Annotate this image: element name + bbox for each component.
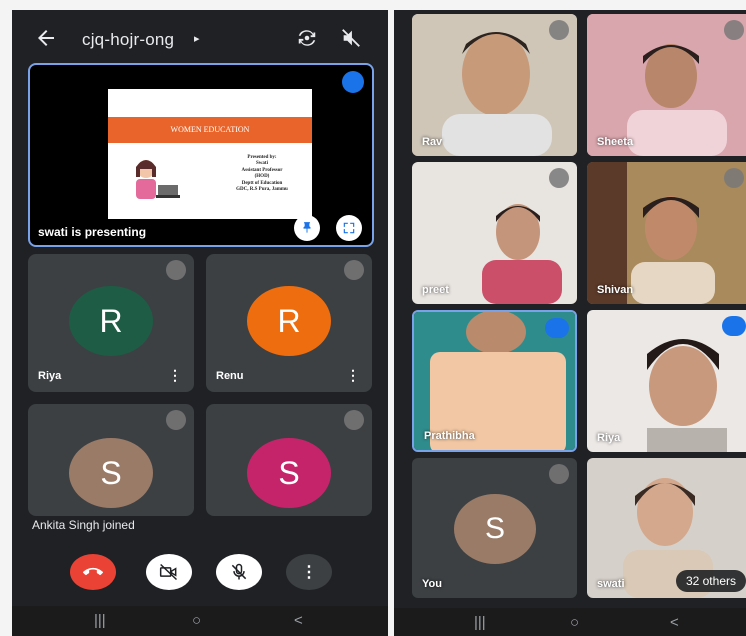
back-nav-icon[interactable]: < [670,614,679,631]
mic-off-icon [166,260,186,280]
mic-off-button[interactable] [216,554,262,590]
video-tile-sheeta[interactable]: Sheeta [587,14,746,156]
participant-tile-renu[interactable]: R Renu ⋮ [206,254,372,392]
more-options-icon[interactable]: ⋮ [346,367,360,384]
participant-name: Riya [597,432,621,444]
screenshot-root: cjq-hojr-ong ▸ WOMEN EDUCATION Presented… [0,0,746,636]
android-nav-bar: ||| ○ < [394,608,746,636]
mic-off-icon [231,563,247,580]
recents-nav-icon[interactable]: ||| [94,612,106,629]
participant-name: Sheeta [597,136,634,148]
avatar: S [454,494,536,564]
avatar: S [69,438,153,508]
join-notification: Ankita Singh joined [32,518,135,532]
mic-off-icon [549,168,569,188]
camera-off-button[interactable] [146,554,192,590]
participant-name: You [422,578,442,590]
left-phone-screen: cjq-hojr-ong ▸ WOMEN EDUCATION Presented… [12,10,388,636]
video-tile-riya[interactable]: Riya [587,310,746,452]
slide-title: WOMEN EDUCATION [108,117,312,143]
mic-off-icon [549,464,569,484]
more-options-button[interactable]: ⋮ [286,554,332,590]
participant-video [587,310,746,452]
participant-name: Renu [216,370,244,382]
pin-button[interactable] [294,215,320,241]
back-nav-icon[interactable]: < [294,612,303,629]
fullscreen-icon [343,222,355,234]
participant-tile[interactable]: S [206,404,372,516]
meeting-code[interactable]: cjq-hojr-ong [82,30,174,50]
more-options-icon[interactable]: ⋮ [168,367,182,384]
participant-name: Prathibha [424,430,475,442]
speaking-indicator-icon [722,316,746,336]
speaking-indicator-icon [545,318,569,338]
avatar: R [247,286,331,356]
others-count-badge[interactable]: 32 others [675,570,746,592]
participant-video [587,162,746,304]
speaking-indicator-icon [342,71,364,93]
home-nav-icon[interactable]: ○ [570,614,579,631]
hang-up-icon [83,567,103,576]
home-nav-icon[interactable]: ○ [192,612,201,629]
video-tile-rav[interactable]: Rav [412,14,577,156]
avatar: R [69,286,153,356]
mic-off-icon [549,20,569,40]
participant-name: Riya [38,370,62,382]
mic-off-icon [166,410,186,430]
fullscreen-button[interactable] [336,215,362,241]
speaker-off-icon[interactable] [340,27,362,49]
participant-name: Rav [422,136,443,148]
presentation-tile[interactable]: WOMEN EDUCATION Presented by: Swati Assi… [28,63,374,247]
video-tile-prathibha[interactable]: Prathibha [412,310,577,452]
recents-nav-icon[interactable]: ||| [474,614,486,631]
video-tile-you[interactable]: S You [412,458,577,598]
video-tile-preet[interactable]: preet [412,162,577,304]
participant-name: preet [422,284,449,296]
back-arrow-icon[interactable] [34,26,58,50]
video-tile-swati[interactable]: swati 32 others [587,458,746,598]
presenting-caption: swati is presenting [38,225,147,239]
pin-icon [303,222,311,233]
android-nav-bar: ||| ○ < [12,606,388,636]
call-controls: ⋮ [12,554,388,598]
mic-off-icon [724,168,744,188]
avatar: S [247,438,331,508]
video-off-icon [159,563,178,581]
mic-off-icon [724,20,744,40]
meeting-info-caret-icon[interactable]: ▸ [194,32,200,45]
video-tile-shivani[interactable]: Shivan [587,162,746,304]
shared-slide: WOMEN EDUCATION Presented by: Swati Assi… [108,89,312,219]
end-call-button[interactable] [70,554,116,590]
participant-tile[interactable]: S [28,404,194,516]
mic-off-icon [344,260,364,280]
slide-presenter-details: Presented by: Swati Assistant Professor … [216,155,308,193]
participant-name: Shivan [597,284,634,296]
switch-camera-icon[interactable] [296,27,318,49]
student-illustration-icon [136,160,180,199]
right-phone-screen: Rav Sheeta preet Shivan Prathibha Riya S… [394,10,746,636]
participant-tile-riya[interactable]: R Riya ⋮ [28,254,194,392]
slide-detail-line: GDC, R.S Pura, Jammu [236,187,288,193]
meeting-app-bar: cjq-hojr-ong ▸ [12,10,388,66]
participant-name: swati [597,578,625,590]
participant-video [587,14,746,156]
mic-off-icon [344,410,364,430]
